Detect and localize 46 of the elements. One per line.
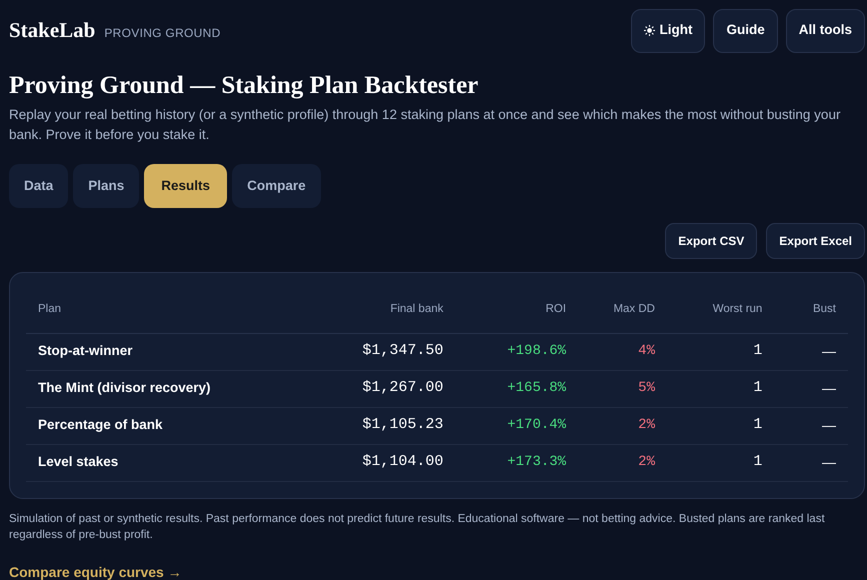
- table-cell: $1,347.50: [332, 333, 456, 370]
- tab[interactable]: Results: [144, 164, 228, 208]
- table-cell: 1: [666, 370, 774, 407]
- table-cell: 1: [666, 444, 774, 481]
- column-header: Plan: [26, 287, 333, 333]
- table-cell: 5%: [578, 370, 667, 407]
- table-cell: $1,104.00: [332, 444, 456, 481]
- compare-link[interactable]: Compare equity curves →: [9, 562, 182, 580]
- table-cell: —: [774, 407, 848, 444]
- column-header: Worst run: [666, 287, 774, 333]
- disclaimer-text: Simulation of past or synthetic results. Past performance does not predict future results. Educational software — not betting advice. Busted plans are ranked last regardless of pre-bust profit.: [9, 512, 826, 542]
- export-button[interactable]: Export CSV: [665, 223, 758, 259]
- tab[interactable]: Data: [9, 164, 68, 208]
- column-header: Final bank: [332, 287, 456, 333]
- page-description: Replay your real betting history (or a synthetic profile) through 12 staking plans at once and see which makes the most without busting your bank. Prove it before you stake it.: [9, 106, 842, 144]
- table-cell: 1: [666, 333, 774, 370]
- table-cell: Percentage of bank: [26, 407, 333, 444]
- page-title: Proving Ground — Staking Plan Backtester: [9, 71, 480, 101]
- column-header: Max DD: [578, 287, 667, 333]
- column-header: ROI: [455, 287, 578, 333]
- table-cell: +198.6%: [455, 333, 578, 370]
- table-cell: Stop-at-winner: [26, 333, 333, 370]
- table-cell: $1,267.00: [332, 370, 456, 407]
- table-cell: 2%: [578, 407, 667, 444]
- table-cell: 4%: [578, 333, 667, 370]
- brand-subtitle: PROVING GROUND: [104, 24, 221, 42]
- tab[interactable]: Plans: [73, 164, 140, 208]
- brand-logo: StakeLab: [9, 16, 96, 44]
- table-cell: 1: [666, 407, 774, 444]
- sun-icon: [644, 25, 656, 36]
- header-button[interactable]: Guide: [713, 8, 778, 52]
- table-cell: Level stakes: [26, 444, 333, 481]
- table-cell: +173.3%: [455, 444, 578, 481]
- table-cell: —: [774, 444, 848, 481]
- column-header: Bust: [774, 287, 848, 333]
- table-cell: 2%: [578, 444, 667, 481]
- table-cell: —: [774, 333, 848, 370]
- table-cell: —: [774, 370, 848, 407]
- theme-toggle-button[interactable]: Light: [631, 8, 706, 52]
- header-button[interactable]: All tools: [786, 8, 865, 52]
- table-cell: $1,105.23: [332, 407, 456, 444]
- table-cell: The Mint (divisor recovery): [26, 370, 333, 407]
- tab[interactable]: Compare: [232, 164, 321, 208]
- export-button[interactable]: Export Excel: [766, 223, 865, 259]
- table-cell: +165.8%: [455, 370, 578, 407]
- table-cell: +170.4%: [455, 407, 578, 444]
